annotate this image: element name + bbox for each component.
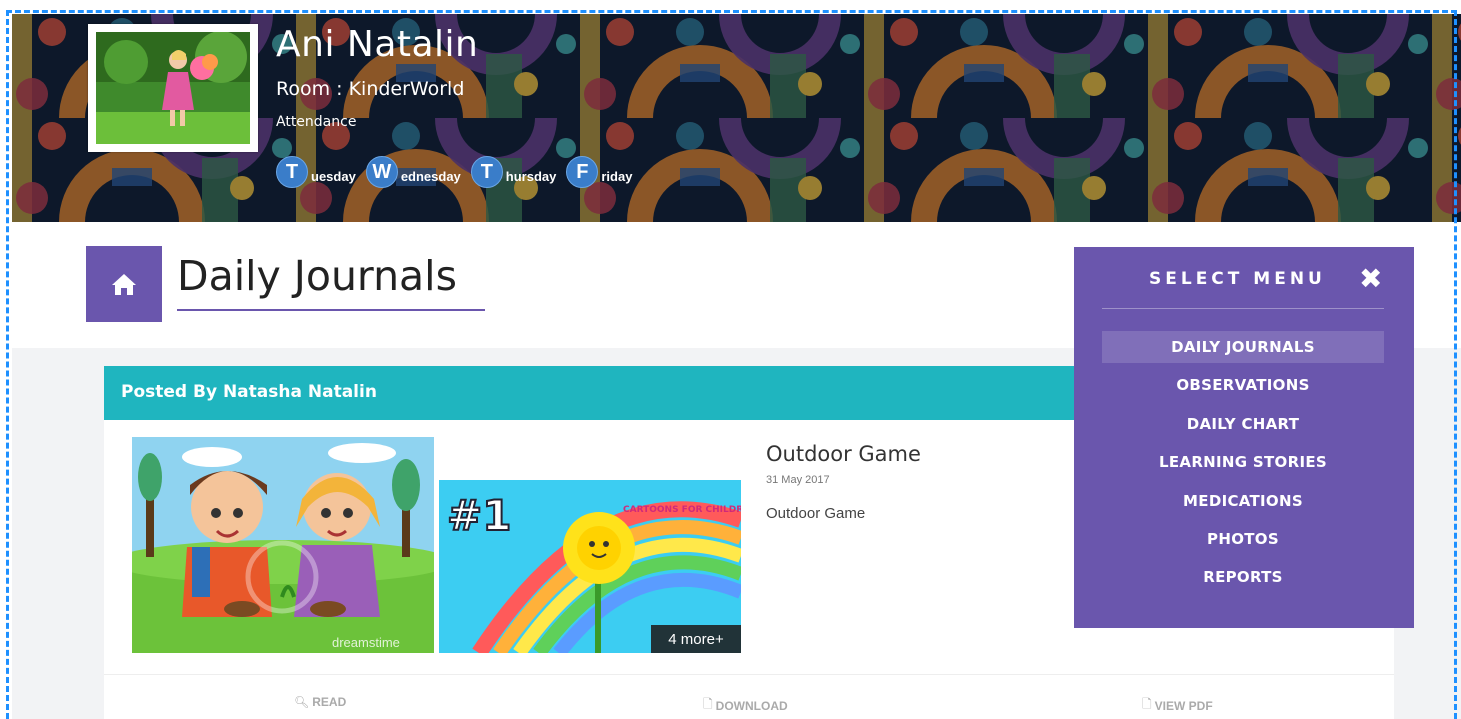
file-icon: 🗋 <box>703 697 713 711</box>
child-photo <box>96 32 250 144</box>
journal-entry-description: Outdoor Game <box>766 505 866 522</box>
menu-divider <box>1102 308 1384 309</box>
title-underline <box>177 309 485 311</box>
day-label: ednesday <box>400 168 461 184</box>
attendance-label: Attendance <box>276 114 357 130</box>
day-initial-badge: F <box>566 156 599 188</box>
view-pdf-label: VIEW PDF <box>1154 698 1213 713</box>
menu-item-learning-stories[interactable]: LEARNING STORIES <box>1102 446 1384 478</box>
menu-item-observations[interactable]: OBSERVATIONS <box>1102 369 1384 401</box>
image-caption-text: CARTOONS FOR CHILDREN <box>623 505 741 515</box>
day-initial-badge: T <box>276 156 308 188</box>
room-label: Room : KinderWorld <box>276 78 465 100</box>
attendance-day-friday: F riday <box>566 156 632 188</box>
download-button[interactable]: 🗋 DOWNLOAD <box>703 695 788 716</box>
menu-item-daily-chart[interactable]: DAILY CHART <box>1102 408 1384 440</box>
read-button[interactable]: 🔍︎ READ <box>294 695 346 709</box>
kids-planting-image: dreamstime <box>132 437 434 653</box>
journal-entry-date: 31 May 2017 <box>766 474 830 486</box>
menu-item-photos[interactable]: PHOTOS <box>1102 523 1384 555</box>
journal-photo-1[interactable]: dreamstime <box>132 437 434 653</box>
image-number-badge: #1 <box>447 491 511 540</box>
day-label: hursday <box>505 168 557 184</box>
read-label: READ <box>312 695 347 709</box>
child-name: Ani Natalin <box>276 24 479 65</box>
day-initial-badge: T <box>470 156 503 188</box>
journal-photo-2[interactable]: #1 CARTOONS FOR CHILDREN 4 more+ <box>439 480 741 653</box>
close-icon[interactable]: ✖ <box>1359 263 1382 295</box>
more-photos-badge[interactable]: 4 more+ <box>651 625 741 653</box>
day-initial-badge: W <box>365 156 398 188</box>
attendance-days: T uesday W ednesday T hursday F riday <box>276 156 642 188</box>
image-watermark: dreamstime <box>332 635 400 650</box>
journal-entry-title: Outdoor Game <box>766 442 921 466</box>
attendance-day-thursday: T hursday <box>470 156 557 188</box>
day-label: riday <box>601 168 633 184</box>
posted-by-label: Posted By Natasha Natalin <box>121 382 377 402</box>
home-icon <box>112 274 136 295</box>
select-menu-panel: SELECT MENU ✖ DAILY JOURNALS OBSERVATION… <box>1074 247 1414 628</box>
search-icon: 🔍︎ <box>294 695 310 709</box>
select-menu-list: DAILY JOURNALS OBSERVATIONS DAILY CHART … <box>1102 331 1384 600</box>
journal-card-actions: 🔍︎ READ 🗋 DOWNLOAD 🗋 VIEW PDF <box>104 674 1394 719</box>
menu-item-reports[interactable]: REPORTS <box>1102 561 1384 593</box>
home-button[interactable] <box>86 246 162 322</box>
menu-item-medications[interactable]: MEDICATIONS <box>1102 485 1384 517</box>
day-label: uesday <box>311 168 356 184</box>
page-title: Daily Journals <box>177 252 457 300</box>
profile-banner: Ani Natalin Room : KinderWorld Attendanc… <box>12 14 1461 222</box>
child-avatar <box>88 24 258 152</box>
download-label: DOWNLOAD <box>715 698 788 713</box>
select-menu-title: SELECT MENU <box>1149 269 1326 289</box>
pdf-file-icon: 🗋 <box>1142 697 1152 711</box>
attendance-day-tuesday: T uesday <box>276 156 356 188</box>
view-pdf-button[interactable]: 🗋 VIEW PDF <box>1142 695 1213 716</box>
menu-item-daily-journals[interactable]: DAILY JOURNALS <box>1102 331 1384 363</box>
attendance-day-wednesday: W ednesday <box>365 156 461 188</box>
